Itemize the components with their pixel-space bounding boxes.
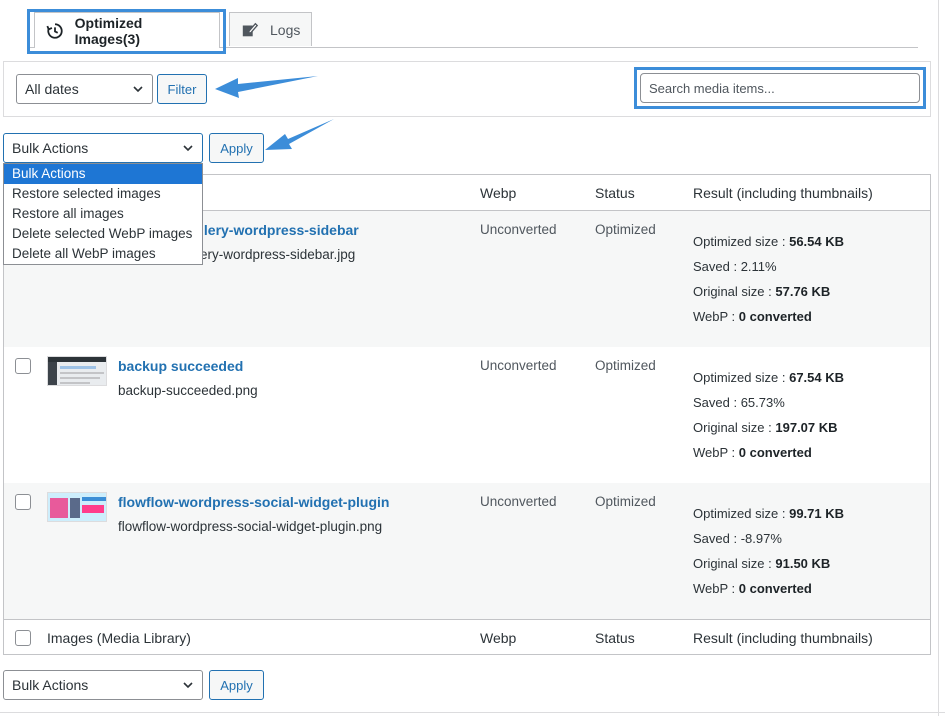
search-input[interactable]: Search media items... [640,73,920,103]
table-row: backup succeeded backup-succeeded.png Un… [4,347,930,483]
chevron-down-icon [133,86,143,93]
footer-status: Status [595,630,635,646]
history-icon [45,21,65,41]
select-all-checkbox[interactable] [15,630,31,646]
page-right-border [938,0,939,716]
status-cell: Optimized [595,358,656,373]
date-filter-value: All dates [25,81,79,97]
bulk-option-restore-all[interactable]: Restore all images [4,204,202,224]
image-thumbnail[interactable] [47,356,107,386]
edit-icon [240,20,260,40]
header-status: Status [595,185,635,201]
bulk-actions-select-bottom[interactable]: Bulk Actions [3,670,203,700]
apply-button-bottom[interactable]: Apply [209,670,264,700]
row-checkbox[interactable] [15,494,31,510]
status-cell: Optimized [595,222,656,237]
result-saved: Saved : 2.11% [693,259,777,274]
chevron-down-icon [183,682,193,689]
tab-label: Optimized Images(3) [74,14,143,47]
footer-images: Images (Media Library) [47,630,191,646]
arrow-annotation-icon [215,76,318,98]
image-filename: flowflow-wordpress-social-widget-plugin.… [118,519,383,534]
result-webp: WebP : 0 converted [693,309,812,324]
webp-cell: Unconverted [480,494,557,509]
tab-logs[interactable]: Logs [229,12,312,46]
filter-button[interactable]: Filter [157,74,207,104]
footer-webp: Webp [480,630,517,646]
header-webp: Webp [480,185,517,201]
arrow-annotation-icon [265,119,334,150]
image-filename: backup-succeeded.png [118,383,258,398]
tab-label: Logs [270,21,301,38]
result-saved: Saved : -8.97% [693,531,782,546]
result-webp: WebP : 0 converted [693,581,812,596]
result-optimized-size: Optimized size : 99.71 KB [693,506,845,521]
apply-button-top[interactable]: Apply [209,133,264,163]
image-title-link[interactable]: llery-wordpress-sidebar [200,222,359,238]
row-checkbox[interactable] [15,358,31,374]
footer-divider [4,619,930,620]
image-filename: ery-wordpress-sidebar.jpg [200,247,356,262]
result-original-size: Original size : 197.07 KB [693,420,838,435]
image-thumbnail[interactable] [47,492,107,522]
bulk-option-delete-selected-webp[interactable]: Delete selected WebP images [4,224,202,244]
result-original-size: Original size : 91.50 KB [693,556,831,571]
webp-cell: Unconverted [480,222,557,237]
header-result: Result (including thumbnails) [693,185,873,201]
result-optimized-size: Optimized size : 56.54 KB [693,234,845,249]
result-optimized-size: Optimized size : 67.54 KB [693,370,845,385]
bulk-actions-select-top[interactable]: Bulk Actions [3,133,203,163]
date-filter-select[interactable]: All dates [16,74,153,104]
result-saved: Saved : 65.73% [693,395,785,410]
footer-result: Result (including thumbnails) [693,630,873,646]
bulk-actions-value: Bulk Actions [12,140,89,156]
table-row: flowflow-wordpress-social-widget-plugin … [4,483,930,619]
image-title-link[interactable]: backup succeeded [118,358,243,374]
status-cell: Optimized [595,494,656,509]
webp-cell: Unconverted [480,358,557,373]
bulk-actions-value: Bulk Actions [12,677,89,693]
bulk-option-bulk-actions[interactable]: Bulk Actions [4,164,202,184]
image-title-link[interactable]: flowflow-wordpress-social-widget-plugin [118,494,389,510]
bulk-actions-dropdown: Bulk Actions Restore selected images Res… [3,163,203,265]
result-original-size: Original size : 57.76 KB [693,284,831,299]
tab-optimized-images[interactable]: Optimized Images(3) [34,12,220,48]
bulk-option-delete-all-webp[interactable]: Delete all WebP images [4,244,202,264]
result-webp: WebP : 0 converted [693,445,812,460]
chevron-down-icon [183,145,193,152]
bulk-option-restore-selected[interactable]: Restore selected images [4,184,202,204]
page-bottom-border [0,712,945,713]
